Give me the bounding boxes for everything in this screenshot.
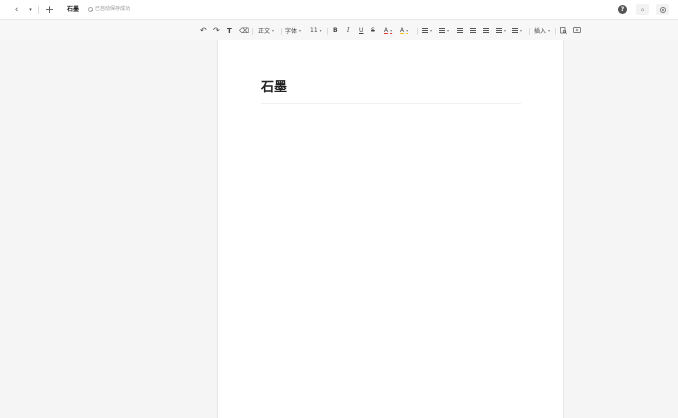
- align-button[interactable]: ▾: [496, 25, 506, 36]
- history-dropdown-button[interactable]: ▾: [25, 4, 36, 15]
- formatting-toolbar: ↶ ↷ T ⌫ 正文 ▾ 字体 ▾ 11 ▾ B I U S A ▾ A ▾ ▾…: [0, 21, 678, 40]
- outdent-icon: [470, 28, 476, 33]
- caret-down-icon: ▾: [520, 28, 523, 33]
- font-size-label: 11: [310, 27, 318, 34]
- highlight-color-button[interactable]: A ▾: [400, 25, 408, 36]
- line-spacing-icon: [512, 28, 518, 33]
- indent-icon: [483, 28, 489, 33]
- caret-down-icon: ▾: [548, 28, 551, 33]
- divider: [529, 28, 530, 35]
- find-replace-icon: [560, 27, 567, 34]
- save-status-text: 已自动保存成功: [95, 6, 131, 12]
- strikethrough-icon: S: [371, 27, 375, 34]
- ordered-list-icon: [422, 28, 428, 33]
- insert-menu-button[interactable]: 插入 ▾: [534, 25, 550, 36]
- divider: [555, 28, 556, 35]
- document-heading[interactable]: 石墨: [261, 80, 287, 96]
- check-circle-icon: [88, 7, 93, 12]
- caret-down-icon: ▾: [430, 28, 433, 33]
- checklist-icon: [457, 28, 463, 33]
- caret-down-icon: ▾: [319, 28, 322, 33]
- caret-down-icon: ▾: [406, 28, 409, 33]
- font-family-label: 字体: [285, 28, 298, 35]
- comment-button[interactable]: [573, 25, 581, 36]
- checklist-button[interactable]: [457, 25, 463, 36]
- back-button[interactable]: ‹: [11, 4, 22, 15]
- strikethrough-button[interactable]: S: [371, 25, 375, 36]
- redo-icon: ↷: [213, 26, 220, 35]
- indent-decrease-button[interactable]: [470, 25, 476, 36]
- divider: [252, 28, 253, 35]
- bold-icon: B: [333, 27, 338, 34]
- paragraph-style-select[interactable]: 正文 ▾: [258, 25, 274, 36]
- record-icon: [659, 6, 666, 13]
- clear-format-button[interactable]: ⌫: [239, 25, 249, 36]
- ordered-list-button[interactable]: ▾: [422, 25, 432, 36]
- underline-button[interactable]: U: [359, 25, 363, 36]
- eraser-icon: ⌫: [239, 26, 249, 35]
- find-replace-button[interactable]: [560, 25, 567, 36]
- plus-icon: +: [44, 3, 55, 16]
- divider: [327, 28, 328, 35]
- italic-button[interactable]: I: [347, 25, 349, 36]
- format-painter-icon: T: [227, 26, 232, 35]
- italic-icon: I: [347, 27, 350, 34]
- line-spacing-button[interactable]: ▾: [512, 25, 522, 36]
- text-color-icon: A: [384, 27, 389, 34]
- indent-increase-button[interactable]: [483, 25, 489, 36]
- new-document-button[interactable]: +: [44, 3, 55, 16]
- divider: [281, 28, 282, 35]
- comment-icon: [573, 27, 581, 33]
- user-icon: ⌂: [636, 4, 649, 15]
- bullet-list-icon: [439, 28, 445, 33]
- caret-down-icon: ▾: [447, 28, 450, 33]
- paragraph-style-label: 正文: [258, 28, 271, 35]
- caret-down-icon: ▾: [272, 28, 275, 33]
- insert-label: 插入: [534, 28, 547, 35]
- chevron-left-icon: ‹: [14, 4, 19, 15]
- text-color-button[interactable]: A ▾: [384, 25, 392, 36]
- more-button[interactable]: [656, 4, 669, 15]
- divider: [417, 28, 418, 35]
- highlight-icon: A: [400, 27, 405, 34]
- save-status: 已自动保存成功: [88, 5, 130, 14]
- divider: [38, 6, 39, 14]
- caret-down-icon: ▾: [29, 6, 32, 13]
- bold-button[interactable]: B: [333, 25, 338, 36]
- undo-icon: ↶: [200, 26, 207, 35]
- format-painter-button[interactable]: T: [227, 25, 232, 36]
- align-left-icon: [496, 28, 502, 33]
- top-bar: ‹ ▾ + 石墨 已自动保存成功 ? ⌂: [0, 0, 678, 20]
- record-box: [656, 4, 669, 15]
- help-icon: ?: [618, 5, 627, 14]
- font-size-select[interactable]: 11 ▾: [310, 25, 322, 36]
- caret-down-icon: ▾: [390, 28, 393, 33]
- heading-divider: [261, 103, 521, 104]
- redo-button[interactable]: ↷: [213, 25, 220, 36]
- caret-down-icon: ▾: [299, 28, 302, 33]
- share-button[interactable]: ⌂: [636, 4, 649, 15]
- help-button[interactable]: ?: [618, 4, 627, 15]
- font-family-select[interactable]: 字体 ▾: [285, 25, 301, 36]
- document-title[interactable]: 石墨: [67, 5, 79, 14]
- document-page[interactable]: 石墨: [217, 40, 564, 418]
- bullet-list-button[interactable]: ▾: [439, 25, 449, 36]
- undo-button[interactable]: ↶: [200, 25, 207, 36]
- underline-icon: U: [359, 27, 364, 34]
- caret-down-icon: ▾: [504, 28, 507, 33]
